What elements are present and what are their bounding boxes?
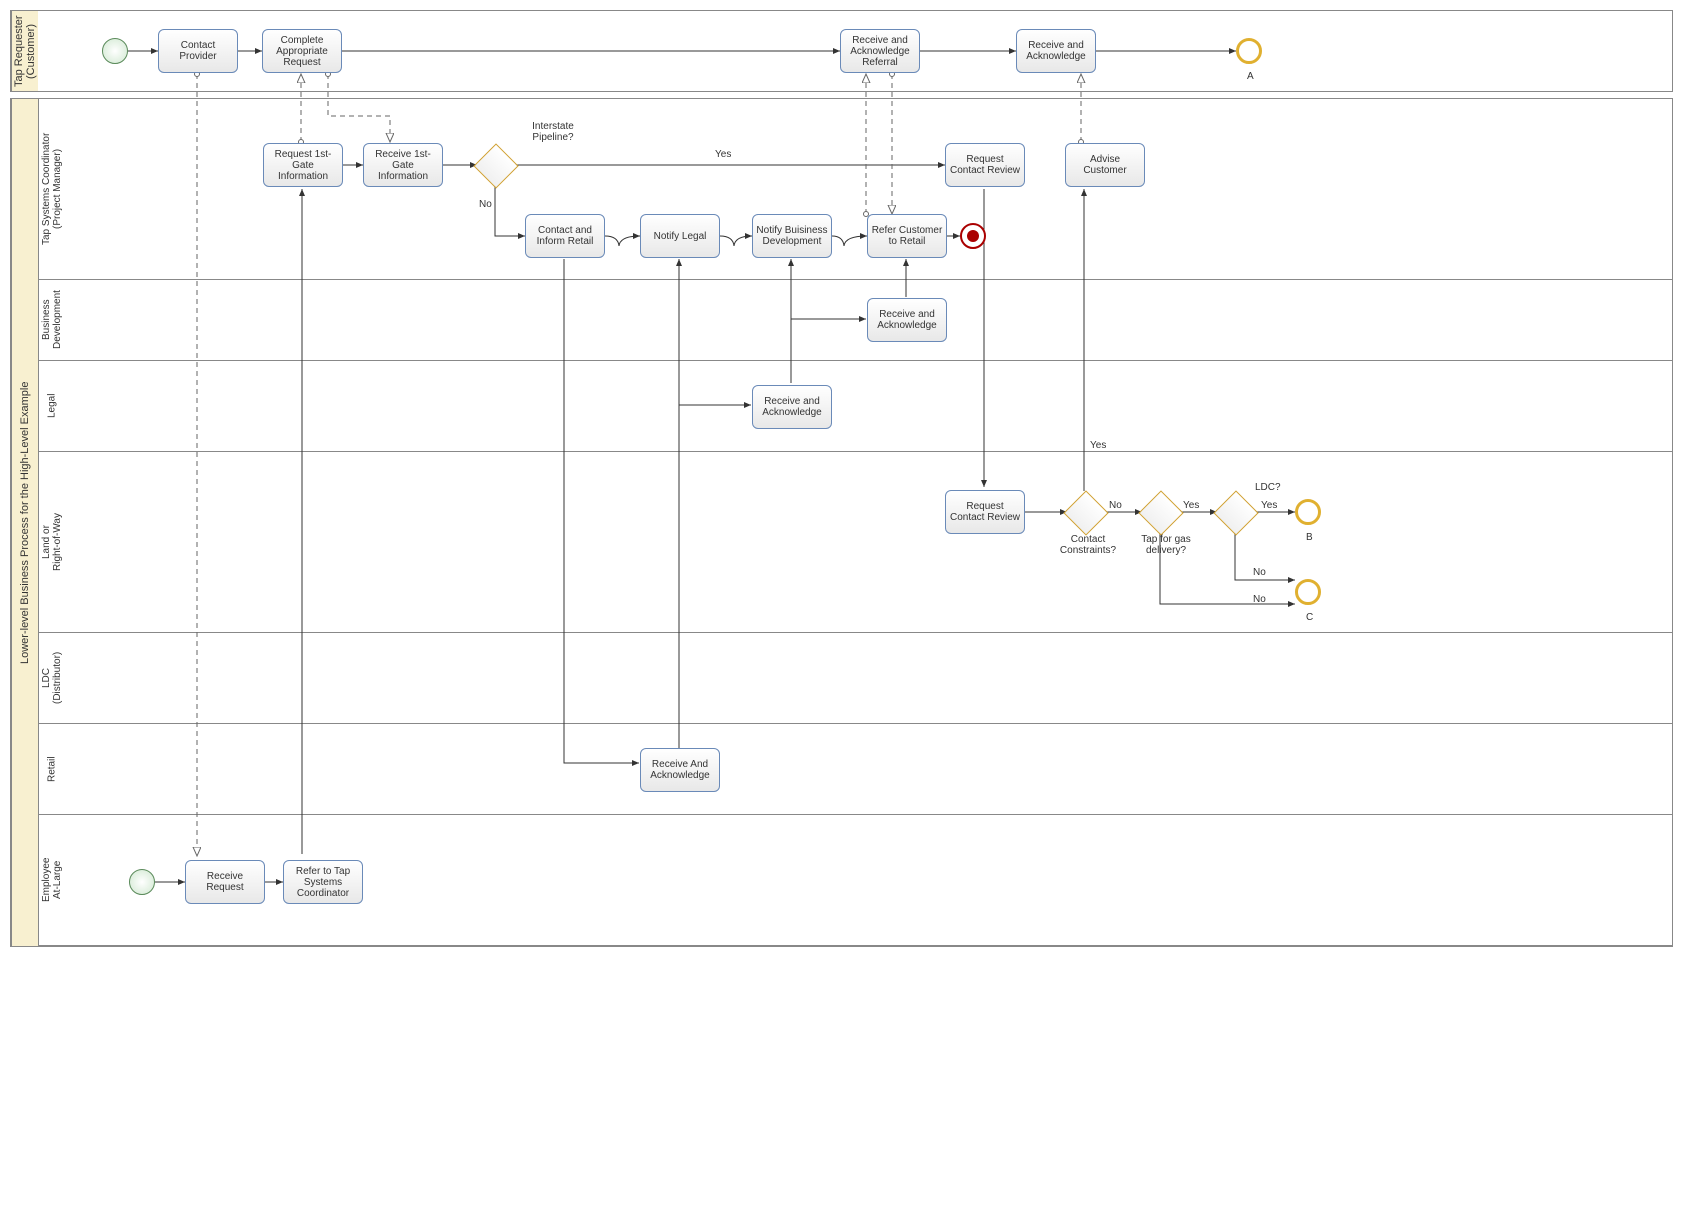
task-request-contact-review: Request Contact Review: [945, 143, 1025, 187]
end-label-a: A: [1247, 71, 1254, 82]
pool-label-lower-level: Lower-level Business Process for the Hig…: [11, 99, 38, 946]
lane-label-retail: Retail: [38, 724, 65, 814]
pool-lower-level: Lower-level Business Process for the Hig…: [10, 98, 1673, 947]
label-no-tg: No: [1253, 594, 1266, 605]
task-advise-customer: Advise Customer: [1065, 143, 1145, 187]
task-emp-rec-req: Receive Request: [185, 860, 265, 904]
pool-tap-requester: Tap Requester(Customer) Contact Provider…: [10, 10, 1673, 92]
lane-legal: Legal Receive and Acknowledge: [38, 361, 1672, 452]
gateway-contact-constraints: [1063, 490, 1108, 535]
task-notify-bd: Notify Buisiness Development: [752, 214, 832, 258]
end-label-c: C: [1306, 612, 1313, 623]
task-land-req-review: Request Contact Review: [945, 490, 1025, 534]
lane-emp: EmployeeAt-Large Receive Request Refer t…: [38, 815, 1672, 946]
label-contact-constraints: ContactConstraints?: [1053, 534, 1123, 556]
task-bd-rec-ack: Receive and Acknowledge: [867, 298, 947, 342]
terminate-event: [960, 223, 986, 249]
lane-land: Land orRight-of-Way Request Contact Revi…: [38, 452, 1672, 633]
lane-tsc: Tap Systems Coordinator(Project Manager)…: [38, 99, 1672, 280]
gateway-ldc: [1213, 490, 1258, 535]
task-rec-1st-gate: Receive 1st-Gate Information: [363, 143, 443, 187]
start-event-requester: [102, 38, 128, 64]
task-rec-ack-referral: Receive and Acknowledge Referral: [840, 29, 920, 73]
end-label-b: B: [1306, 532, 1313, 543]
gateway-tap-gas: [1138, 490, 1183, 535]
label-yes-cc-up: Yes: [1090, 440, 1106, 451]
lane-label-bd: BusinessDevelopment: [38, 280, 65, 360]
task-refer-cust-retail: Refer Customer to Retail: [867, 214, 947, 258]
gateway-interstate: [473, 143, 518, 188]
lane-label-land: Land orRight-of-Way: [38, 452, 65, 632]
label-yes-tg: Yes: [1183, 500, 1199, 511]
start-event-emp: [129, 869, 155, 895]
lane-label-ldc: LDC(Distributor): [38, 633, 65, 723]
task-notify-legal: Notify Legal: [640, 214, 720, 258]
label-interstate: InterstatePipeline?: [513, 121, 593, 143]
label-yes-ldc: Yes: [1261, 500, 1277, 511]
task-emp-refer: Refer to Tap Systems Coordinator: [283, 860, 363, 904]
pool-label-tap-requester: Tap Requester(Customer): [11, 11, 38, 91]
task-retail-rec-ack: Receive And Acknowledge: [640, 748, 720, 792]
label-no-ldc: No: [1253, 567, 1266, 578]
lane-retail: Retail Receive And Acknowledge: [38, 724, 1672, 815]
lane-label-legal: Legal: [38, 361, 65, 451]
task-legal-rec-ack: Receive and Acknowledge: [752, 385, 832, 429]
task-rec-ack: Receive and Acknowledge: [1016, 29, 1096, 73]
lane-ldc: LDC(Distributor): [38, 633, 1672, 724]
lane-label-tsc: Tap Systems Coordinator(Project Manager): [38, 99, 65, 279]
label-no-interstate: No: [479, 199, 492, 210]
task-req-1st-gate: Request 1st-Gate Information: [263, 143, 343, 187]
label-yes-interstate: Yes: [715, 149, 731, 160]
label-tap-gas: Tap for gasdelivery?: [1131, 534, 1201, 556]
label-no-cc: No: [1109, 500, 1122, 511]
end-event-c: C: [1295, 579, 1321, 605]
task-complete-request: Complete Appropriate Request: [262, 29, 342, 73]
lane-bd: BusinessDevelopment Receive and Acknowle…: [38, 280, 1672, 361]
lane-label-emp: EmployeeAt-Large: [38, 815, 65, 945]
task-contact-provider: Contact Provider: [158, 29, 238, 73]
label-ldc: LDC?: [1255, 482, 1281, 493]
task-contact-inform-retail: Contact and Inform Retail: [525, 214, 605, 258]
end-event-a: A: [1236, 38, 1262, 64]
end-event-b: B: [1295, 499, 1321, 525]
